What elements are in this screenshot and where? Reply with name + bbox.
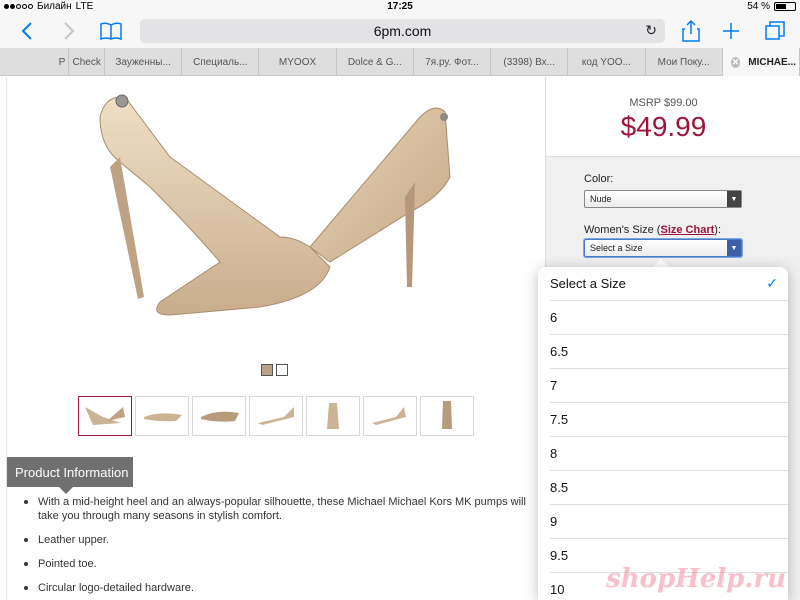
size-label-text: Women's Size ( (584, 224, 661, 236)
watermark: shopHelp.ru (606, 564, 786, 594)
thumbnail[interactable] (420, 396, 474, 436)
color-label: Color: (584, 173, 614, 185)
tab-label: Специаль... (193, 56, 248, 68)
thumbnail[interactable] (363, 396, 417, 436)
battery-percent: 54 % (747, 1, 770, 12)
feature-item: Circular logo-detailed hardware. (24, 581, 534, 595)
tab-label: код YOO... (581, 56, 631, 68)
chevron-down-icon: ▼ (727, 240, 741, 256)
browser-tab[interactable]: Check (69, 48, 105, 76)
thumbnail[interactable] (135, 396, 189, 436)
size-option[interactable]: 8 (550, 437, 788, 471)
status-time: 17:25 (387, 1, 413, 12)
tab-label: (3398) Вх... (503, 56, 555, 68)
size-option-label: 7.5 (550, 412, 569, 427)
swatch-nude[interactable] (261, 364, 273, 376)
color-value: Nude (590, 194, 612, 204)
msrp-price: MSRP $99.00 (629, 97, 698, 109)
size-option[interactable]: 7.5 (550, 403, 788, 437)
size-dropdown: Select a Size ✓ 6 6.5 7 7.5 8 8.5 9 9.5 1… (538, 267, 788, 600)
browser-tab[interactable]: MYOOX (259, 48, 337, 76)
product-image (99, 94, 451, 316)
tab-label: Зауженны... (115, 56, 171, 68)
chevron-down-icon: ▼ (727, 191, 741, 207)
tab-label: Dolce & G... (347, 56, 402, 68)
reload-icon[interactable]: ↻ (645, 22, 657, 39)
thumbnail[interactable] (192, 396, 246, 436)
size-option-label: 10 (550, 582, 565, 597)
thumbnail-strip (78, 396, 474, 436)
tab-label: Р (58, 56, 66, 68)
feature-item: Pointed toe. (24, 557, 534, 571)
tabs-icon[interactable] (760, 14, 790, 48)
size-option[interactable]: 8.5 (550, 471, 788, 505)
browser-tab[interactable]: Р (0, 48, 70, 76)
product-info-tab[interactable]: Product Information (7, 457, 133, 494)
browser-tab[interactable]: Dolce & G... (337, 48, 414, 76)
size-option-label: 8.5 (550, 480, 569, 495)
tab-label: MYOOX (278, 56, 317, 68)
size-option[interactable]: Select a Size ✓ (550, 267, 788, 301)
size-option-label: 6 (550, 310, 558, 325)
size-option-label: 9.5 (550, 548, 569, 563)
address-bar[interactable]: 6pm.com ↻ (140, 19, 665, 43)
status-bar: Билайн LTE 17:25 54 % (0, 0, 800, 14)
size-option-label: 8 (550, 446, 558, 461)
close-tab-icon[interactable]: ✕ (730, 56, 741, 68)
color-swatches (261, 364, 288, 376)
battery-icon (774, 2, 796, 11)
back-icon[interactable] (12, 14, 42, 48)
tab-label: Check (72, 56, 101, 68)
active-tab[interactable]: ✕ MICHAE... (722, 48, 800, 76)
url-text: 6pm.com (373, 23, 432, 39)
product-features: With a mid-height heel and an always-pop… (24, 495, 534, 600)
bookmarks-icon[interactable] (94, 14, 128, 48)
color-select[interactable]: Nude ▼ (584, 190, 742, 208)
size-option[interactable]: 6 (550, 301, 788, 335)
size-option[interactable]: 9 (550, 505, 788, 539)
browser-tab[interactable]: (3398) Вх... (491, 48, 569, 76)
size-value: Select a Size (590, 243, 643, 253)
size-option[interactable]: 7 (550, 369, 788, 403)
browser-tab[interactable]: Специаль... (182, 48, 260, 76)
size-option-label: 6.5 (550, 344, 569, 359)
browser-tab[interactable]: Мои Поку... (646, 48, 723, 76)
forward-icon[interactable] (54, 14, 84, 48)
feature-item: Leather upper. (24, 533, 534, 547)
browser-tab[interactable]: Зауженны... (105, 48, 183, 76)
size-label: Women's Size (Size Chart): (584, 224, 721, 236)
tab-label: 7я.ру. Фот... (425, 56, 479, 68)
checkmark-icon: ✓ (766, 275, 778, 291)
browser-tab[interactable]: 7я.ру. Фот... (414, 48, 492, 76)
swatch-white[interactable] (276, 364, 288, 376)
feature-item: With a mid-height heel and an always-pop… (24, 495, 534, 523)
browser-toolbar: 6pm.com ↻ (0, 14, 800, 48)
thumbnail[interactable] (78, 396, 132, 436)
tab-label: MICHAE... (748, 56, 797, 68)
size-option-label: 9 (550, 514, 558, 529)
browser-tab[interactable]: код YOO... (568, 48, 646, 76)
tab-strip: Р Check Зауженны... Специаль... MYOOX Do… (0, 48, 800, 76)
size-option-label: Select a Size (550, 276, 626, 291)
size-option-label: 7 (550, 378, 558, 393)
share-icon[interactable] (676, 14, 706, 48)
size-option[interactable]: 6.5 (550, 335, 788, 369)
thumbnail[interactable] (249, 396, 303, 436)
sale-price: $49.99 (620, 111, 707, 142)
divider (6, 77, 7, 600)
size-label-suffix: ): (714, 224, 722, 236)
size-select[interactable]: Select a Size ▼ (584, 239, 742, 257)
product-media-column: Product Information With a mid-height he… (0, 77, 545, 600)
plus-icon[interactable] (716, 14, 746, 48)
tab-label: Мои Поку... (657, 56, 710, 68)
price-box: MSRP $99.00 $49.99 (546, 77, 800, 157)
status-right: 54 % (747, 1, 796, 12)
size-chart-link[interactable]: Size Chart (660, 224, 714, 236)
thumbnail[interactable] (306, 396, 360, 436)
